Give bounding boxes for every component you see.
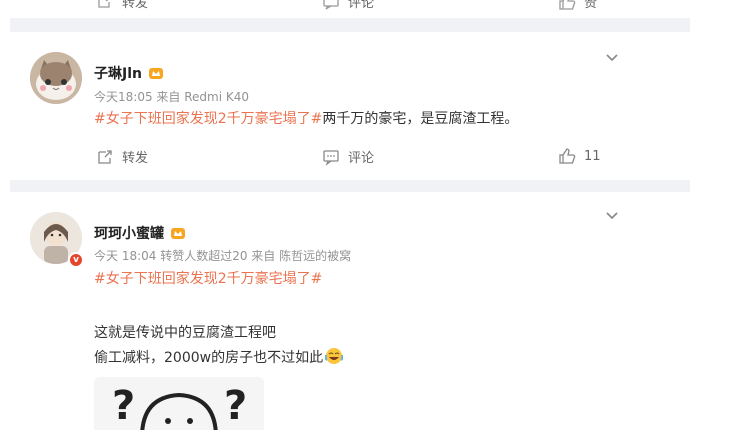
post-topic-line: #女子下班回家发现2千万豪宅塌了# (94, 268, 322, 288)
post-meta: 今天18:05 来自 Redmi K40 (94, 90, 249, 104)
repost-label: 转发 (122, 151, 149, 166)
chevron-down-icon[interactable] (604, 208, 620, 224)
comment-icon (323, 149, 339, 166)
chevron-down-icon[interactable] (604, 50, 620, 66)
svg-text:?: ? (112, 383, 135, 429)
comment-label: 评论 (348, 0, 375, 11)
crown-badge-icon (171, 228, 185, 239)
verified-icon: v (68, 252, 84, 268)
comment-button[interactable]: 评论 (322, 147, 374, 166)
previous-post-actions: 转发 评论 赞 (10, 0, 690, 14)
post-content: #女子下班回家发现2千万豪宅塌了#两千万的豪宅，是豆腐渣工程。 (94, 108, 518, 128)
like-icon (559, 148, 576, 164)
repost-icon (98, 149, 112, 164)
post-separator (10, 180, 690, 192)
previous-post-card: 转发 评论 赞 (10, 0, 690, 18)
username[interactable]: 珂珂小蜜罐 (94, 223, 186, 243)
cat-avatar-image (30, 52, 82, 104)
like-count: 11 (584, 148, 601, 164)
post-text: 偷工减料，2000w的房子也不过如此 (94, 350, 324, 366)
question-face-image: ? ? (94, 377, 264, 430)
post-image[interactable]: ? ? (94, 377, 264, 430)
like-label: 赞 (584, 0, 598, 11)
crown-badge-icon (148, 68, 163, 79)
post-card: 子琳Jln 今天18:05 来自 Redmi K40 #女子下班回家发现2千万豪… (10, 32, 690, 180)
topic-link[interactable]: #女子下班回家发现2千万豪宅塌了# (94, 271, 322, 287)
post-text: 两千万的豪宅，是豆腐渣工程。 (322, 111, 519, 127)
post-actions: 转发 评论 11 (10, 147, 690, 169)
username[interactable]: 子琳Jln (94, 63, 164, 83)
like-button[interactable]: 11 (558, 147, 601, 165)
repost-button[interactable]: 转发 (96, 147, 148, 166)
post-text-line: 这就是传说中的豆腐渣工程吧 (94, 325, 276, 341)
post-text-line: 偷工减料，2000w的房子也不过如此 (94, 347, 344, 367)
comment-icon (323, 0, 339, 10)
topic-link[interactable]: #女子下班回家发现2千万豪宅塌了# (94, 111, 322, 127)
repost-icon (98, 0, 110, 8)
username-text: 珂珂小蜜罐 (94, 226, 164, 242)
avatar[interactable] (30, 52, 82, 104)
comment-label: 评论 (348, 151, 375, 166)
repost-label: 转发 (122, 0, 149, 11)
username-text: 子琳Jln (94, 66, 142, 82)
svg-text:?: ? (224, 383, 247, 429)
repost-button[interactable]: 转发 (96, 0, 148, 11)
like-icon (559, 0, 576, 10)
laugh-cry-emoji (325, 348, 344, 364)
post-meta: 今天 18:04 转赞人数超过20 来自 陈哲远的被窝 (94, 249, 352, 263)
post-separator (10, 18, 690, 32)
comment-button[interactable]: 评论 (322, 0, 374, 11)
like-button[interactable]: 赞 (558, 0, 597, 11)
